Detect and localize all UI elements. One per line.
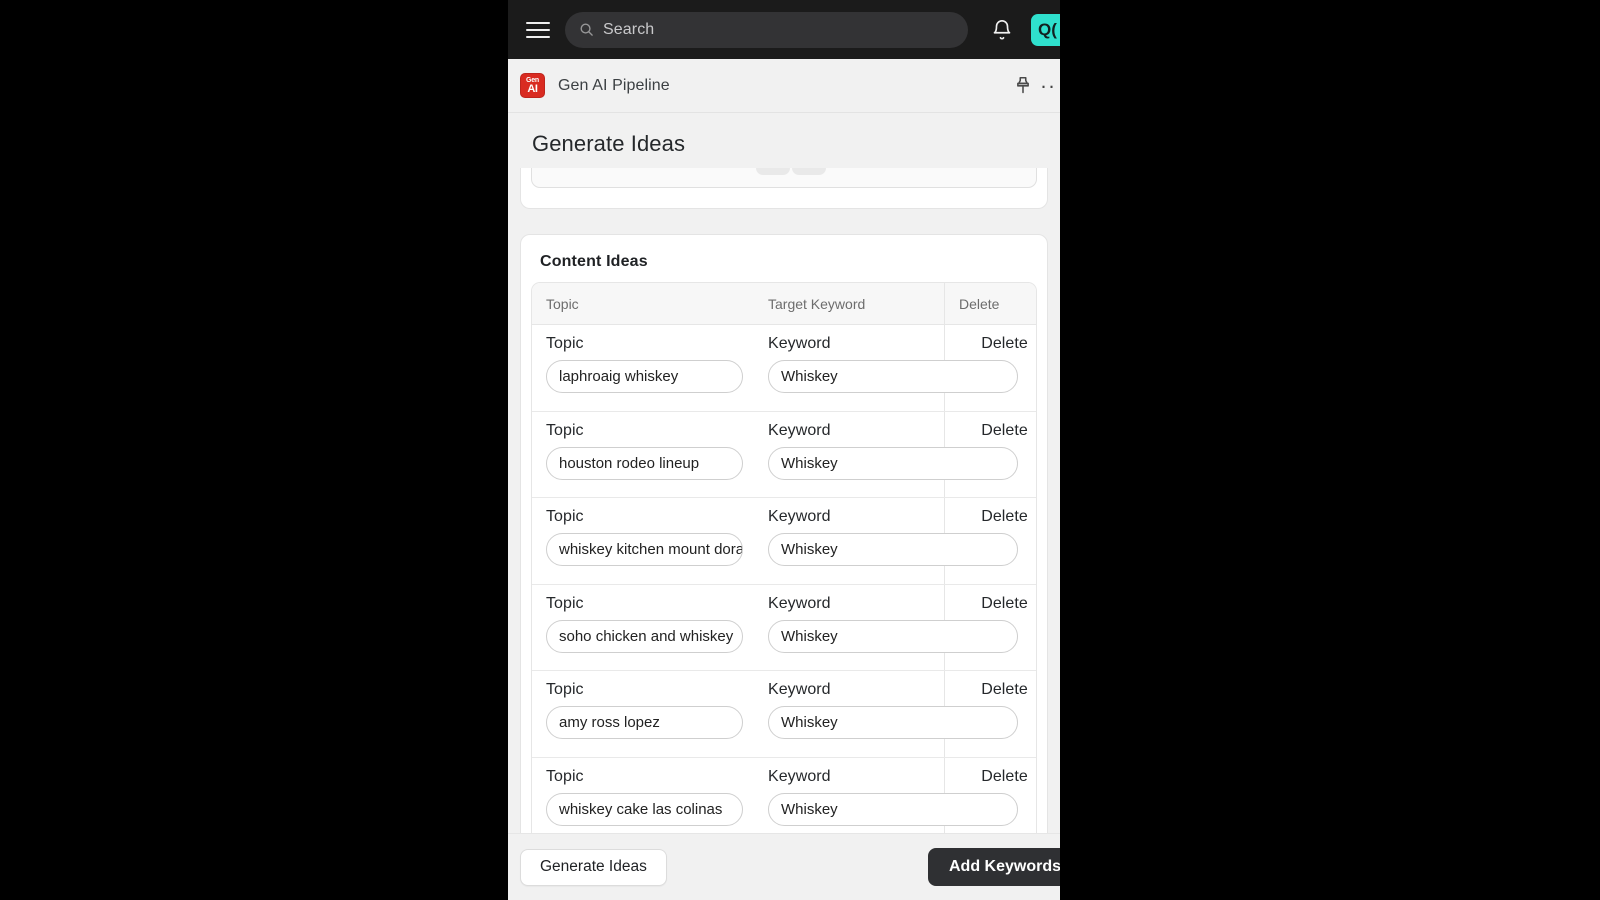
more-options-button[interactable]: ·· bbox=[1040, 75, 1060, 96]
stepper-decrement-button[interactable] bbox=[756, 168, 790, 175]
delete-label: Delete bbox=[981, 681, 1028, 699]
keyword-input-cell: Keyword Whiskey bbox=[754, 498, 1018, 584]
topic-input[interactable]: laphroaig whiskey bbox=[546, 360, 743, 393]
keyword-input[interactable]: Whiskey bbox=[768, 792, 1018, 826]
content-ideas-table: Topic Target Keyword Delete Topic laphroa… bbox=[531, 282, 1037, 833]
gen-ai-pipeline-logo-icon: Gen AI bbox=[520, 73, 545, 98]
hamburger-icon[interactable] bbox=[526, 17, 552, 43]
search-placeholder: Search bbox=[603, 20, 655, 38]
topic-label: Topic bbox=[546, 508, 584, 526]
table-row: Topic laphroaig whiskey Keyword Whiskey Dele… bbox=[532, 325, 1036, 412]
stepper-increment-button[interactable] bbox=[792, 168, 826, 175]
keyword-input-cell: Keyword Whiskey bbox=[754, 585, 1018, 671]
keyword-input-cell: Keyword Whiskey bbox=[754, 325, 1018, 411]
delete-label: Delete bbox=[981, 508, 1028, 526]
delete-label: Delete bbox=[981, 594, 1028, 612]
table-row: Topic houston rodeo lineup Keyword Whiskey D… bbox=[532, 411, 1036, 499]
add-keywords-button[interactable]: Add Keywords bbox=[928, 848, 1060, 886]
keyword-label: Keyword bbox=[768, 681, 831, 699]
keyword-input-cell: Keyword Whiskey bbox=[754, 758, 1018, 833]
topic-label: Topic bbox=[546, 421, 584, 439]
topic-label: Topic bbox=[546, 594, 584, 612]
partial-input-field[interactable] bbox=[531, 168, 1037, 188]
keyword-label: Keyword bbox=[768, 421, 831, 439]
topic-input[interactable]: whiskey kitchen mount dora bbox=[546, 533, 743, 567]
topic-input-cell: Topic laphroaig whiskey bbox=[532, 325, 754, 411]
topic-input-cell: Topic amy ross lopez bbox=[532, 671, 754, 757]
delete-label: Delete bbox=[981, 335, 1028, 352]
keyword-label: Keyword bbox=[768, 508, 831, 526]
generate-ideas-button[interactable]: Generate Ideas bbox=[520, 848, 667, 886]
search-input[interactable]: Search bbox=[565, 11, 968, 48]
keyword-input[interactable]: Whiskey bbox=[768, 533, 1018, 567]
delete-label: Delete bbox=[981, 767, 1028, 785]
delete-label: Delete bbox=[981, 421, 1028, 439]
keyword-input[interactable]: Whiskey bbox=[768, 619, 1018, 653]
column-header-delete: Delete bbox=[944, 283, 1036, 324]
keyword-label: Keyword bbox=[768, 335, 831, 352]
topic-label: Topic bbox=[546, 681, 584, 699]
page-body: Generate Ideas Content Ideas Topic Targe… bbox=[508, 113, 1060, 833]
topic-input[interactable]: houston rodeo lineup bbox=[546, 446, 743, 480]
keyword-label: Keyword bbox=[768, 767, 831, 785]
logo-line-2: AI bbox=[527, 82, 538, 95]
bell-icon[interactable] bbox=[991, 18, 1013, 42]
bottom-action-bar: Generate Ideas Add Keywords bbox=[508, 833, 1060, 900]
topic-input-cell: Topic whiskey cake las colinas bbox=[532, 758, 754, 833]
keyword-input[interactable]: Whiskey bbox=[768, 446, 1018, 480]
topic-label: Topic bbox=[546, 767, 584, 785]
topic-input-cell: Topic soho chicken and whiskey bbox=[532, 585, 754, 671]
topic-input[interactable]: whiskey cake las colinas bbox=[546, 792, 743, 826]
topic-input[interactable]: amy ross lopez bbox=[546, 706, 743, 740]
avatar[interactable]: Q( bbox=[1031, 13, 1060, 46]
previous-card-partial bbox=[520, 168, 1048, 209]
content-ideas-card: Content Ideas Topic Target Keyword Delet… bbox=[520, 234, 1048, 833]
app-name-label: Gen AI Pipeline bbox=[558, 76, 670, 94]
global-topbar: Search Q( bbox=[508, 0, 1060, 59]
search-icon bbox=[580, 23, 593, 36]
topic-input-cell: Topic houston rodeo lineup bbox=[532, 412, 754, 498]
table-body: Topic laphroaig whiskey Keyword Whiskey Dele… bbox=[532, 325, 1036, 833]
keyword-input-cell: Keyword Whiskey bbox=[754, 671, 1018, 757]
table-row: Topic whiskey kitchen mount dora Keyword Wh… bbox=[532, 498, 1036, 585]
table-row: Topic soho chicken and whiskey Keyword Whis… bbox=[532, 584, 1036, 672]
table-header-row: Topic Target Keyword Delete bbox=[532, 283, 1036, 325]
keyword-input[interactable]: Whiskey bbox=[768, 360, 1018, 393]
column-header-target-keyword: Target Keyword bbox=[768, 295, 866, 312]
topic-input-cell: Topic whiskey kitchen mount dora bbox=[532, 498, 754, 584]
table-row: Topic amy ross lopez Keyword Whiskey Delete bbox=[532, 671, 1036, 758]
app-header: Gen AI Gen AI Pipeline ·· bbox=[508, 59, 1060, 113]
keyword-input[interactable]: Whiskey bbox=[768, 706, 1018, 740]
app-window: Search Q( Gen AI Gen AI Pipeline ·· Gene… bbox=[508, 0, 1060, 900]
content-ideas-title: Content Ideas bbox=[540, 253, 648, 270]
keyword-input-cell: Keyword Whiskey bbox=[754, 412, 1018, 498]
keyword-label: Keyword bbox=[768, 594, 831, 612]
avatar-label: Q( bbox=[1038, 19, 1057, 39]
column-header-topic: Topic bbox=[546, 295, 579, 312]
page-title: Generate Ideas bbox=[532, 131, 686, 156]
pin-icon[interactable] bbox=[1012, 75, 1034, 97]
topic-label: Topic bbox=[546, 335, 584, 352]
topic-input[interactable]: soho chicken and whiskey bbox=[546, 619, 743, 653]
table-row: Topic whiskey cake las colinas Keyword Whis… bbox=[532, 757, 1036, 833]
